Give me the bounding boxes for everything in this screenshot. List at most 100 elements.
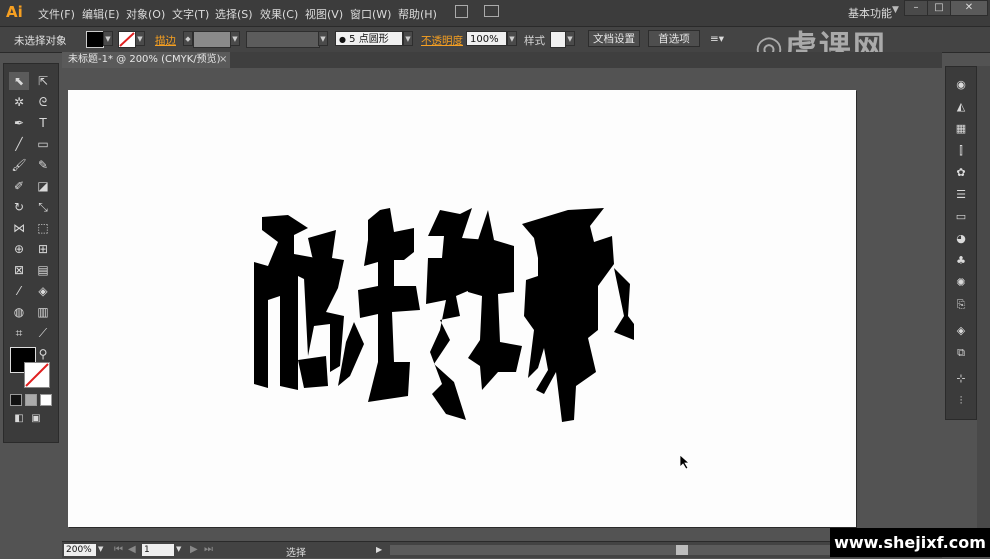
symbol-sprayer-icon[interactable]: ◍ [9, 303, 29, 321]
style-label: 样式 [524, 35, 545, 47]
zoom-dropdown-icon[interactable]: ▼ [98, 545, 103, 553]
menu-window[interactable]: 窗口(W) [350, 6, 391, 22]
status-menu-icon[interactable]: ▶ [376, 545, 382, 554]
symbols-library-icon[interactable]: ⎘ [953, 297, 969, 313]
symbols-icon[interactable]: ✿ [953, 165, 969, 181]
color-icon[interactable]: ◉ [953, 77, 969, 93]
direct-selection-icon[interactable]: ⇱ [33, 72, 53, 90]
align-icon[interactable]: ⊹ [953, 371, 969, 387]
selection-icon[interactable]: ⬉ [9, 72, 29, 90]
width-icon[interactable]: ⋈ [9, 219, 29, 237]
bridge-icon[interactable] [455, 5, 468, 18]
column-graph-icon[interactable]: ▥ [33, 303, 53, 321]
graphic-style-swatch[interactable] [550, 31, 566, 48]
layers-icon[interactable]: ◈ [953, 323, 969, 339]
eyedropper-icon[interactable]: ⁄ [9, 282, 29, 300]
chevron-down-icon[interactable]: ▼ [892, 5, 899, 15]
blend-icon[interactable]: ◈ [33, 282, 53, 300]
stroke-label[interactable]: 描边 [155, 33, 176, 48]
perspective-icon[interactable]: ⊞ [33, 240, 53, 258]
shape-builder-icon[interactable]: ⊕ [9, 240, 29, 258]
blob-brush-icon[interactable]: ✐ [9, 177, 29, 195]
menu-effect[interactable]: 效果(C) [260, 6, 298, 22]
none-mode-icon[interactable] [40, 394, 52, 406]
stroke-icon[interactable]: ☰ [953, 187, 969, 203]
preferences-button[interactable]: 首选项 [648, 30, 700, 47]
maximize-button[interactable]: □ [927, 0, 951, 16]
menu-type[interactable]: 文字(T) [172, 6, 209, 22]
brushes-icon[interactable]: ⫿ [953, 143, 969, 159]
brush-dropdown[interactable]: ▼ [403, 31, 413, 46]
menu-object[interactable]: 对象(O) [126, 6, 165, 22]
rectangle-icon[interactable]: ▭ [33, 135, 53, 153]
stroke-weight-dropdown[interactable]: ▼ [230, 31, 240, 46]
panel-collapse-strip[interactable] [977, 66, 990, 546]
artboard[interactable] [68, 90, 856, 527]
mesh-icon[interactable]: ⊠ [9, 261, 29, 279]
opacity-label[interactable]: 不透明度 [421, 33, 463, 48]
rotate-icon[interactable]: ↻ [9, 198, 29, 216]
stroke-dropdown[interactable]: ▼ [135, 31, 145, 46]
gradient-panel-icon[interactable]: ▭ [953, 209, 969, 225]
zoom-level-field[interactable]: 200% [64, 544, 96, 556]
lettering-artwork[interactable] [68, 90, 856, 527]
scale-icon[interactable]: ⤡ [33, 198, 53, 216]
line-icon[interactable]: ╱ [9, 135, 29, 153]
artboard-icon[interactable]: ⌗ [9, 324, 29, 342]
eraser-icon[interactable]: ◪ [33, 177, 53, 195]
transparency-icon[interactable]: ◕ [953, 231, 969, 247]
menu-edit[interactable]: 编辑(E) [82, 6, 120, 22]
gradient-icon[interactable]: ▤ [33, 261, 53, 279]
magic-wand-icon[interactable]: ✲ [9, 93, 29, 111]
first-artboard-icon[interactable]: ⏮ [114, 544, 123, 555]
artboard-number-field[interactable]: 1 [142, 544, 174, 556]
menu-file[interactable]: 文件(F) [38, 6, 75, 22]
stroke-weight-field[interactable] [193, 31, 231, 48]
document-setup-button[interactable]: 文档设置 [588, 30, 640, 47]
color-mode-icon[interactable] [10, 394, 22, 406]
stroke-color-swatch[interactable] [24, 362, 50, 388]
type-icon[interactable]: T [33, 114, 53, 132]
fill-dropdown[interactable]: ▼ [103, 31, 113, 46]
menu-view[interactable]: 视图(V) [305, 6, 343, 22]
style-dropdown[interactable]: ▼ [565, 31, 575, 46]
stroke-weight-stepper[interactable]: ◆ [183, 31, 193, 46]
arrange-documents-icon[interactable] [484, 5, 499, 17]
artboard-dropdown-icon[interactable]: ▼ [176, 545, 181, 553]
scrollbar-thumb[interactable] [676, 545, 688, 555]
transform-icon[interactable]: ⫶ [953, 393, 969, 409]
lasso-icon[interactable]: ᘓ [33, 93, 53, 111]
pencil-icon[interactable]: ✎ [33, 156, 53, 174]
close-tab-icon[interactable]: × [219, 52, 227, 68]
opacity-input[interactable]: 100% [466, 31, 507, 46]
gradient-mode-icon[interactable] [25, 394, 37, 406]
appearance-icon[interactable]: ♣ [953, 253, 969, 269]
zoom-icon[interactable]: ⚲ [33, 345, 53, 363]
workspace-switcher[interactable]: 基本功能 [848, 5, 892, 21]
pen-icon[interactable]: ✒ [9, 114, 29, 132]
fill-swatch[interactable] [86, 31, 104, 48]
minimize-button[interactable]: – [904, 0, 928, 16]
prev-artboard-icon[interactable]: ◀ [128, 544, 136, 555]
screen-mode-icon[interactable]: ▣ [26, 410, 46, 428]
opacity-dropdown[interactable]: ▼ [507, 31, 517, 46]
swatches-icon[interactable]: ▦ [953, 121, 969, 137]
last-artboard-icon[interactable]: ⏭ [204, 544, 213, 555]
panel-menu-icon[interactable]: ≡▾ [710, 33, 724, 45]
color-guide-icon[interactable]: ◭ [953, 99, 969, 115]
slice-icon[interactable]: ⟋ [33, 324, 53, 342]
profile-dropdown[interactable]: ▼ [318, 31, 328, 46]
next-artboard-icon[interactable]: ▶ [190, 544, 198, 555]
horizontal-scrollbar[interactable] [390, 545, 830, 555]
menu-select[interactable]: 选择(S) [215, 6, 253, 22]
stroke-swatch[interactable] [118, 31, 136, 48]
artboards-icon[interactable]: ⧉ [953, 345, 969, 361]
menu-help[interactable]: 帮助(H) [398, 6, 437, 22]
document-tab[interactable]: 未标题-1* @ 200% (CMYK/预览) × [62, 52, 230, 68]
graphic-styles-icon[interactable]: ✺ [953, 275, 969, 291]
variable-width-profile[interactable] [246, 31, 320, 48]
free-transform-icon[interactable]: ⬚ [33, 219, 53, 237]
close-button[interactable]: ✕ [950, 0, 988, 16]
paintbrush-icon[interactable]: 🖌 [9, 156, 29, 174]
brush-definition[interactable]: ● 5 点圆形 [335, 31, 403, 46]
